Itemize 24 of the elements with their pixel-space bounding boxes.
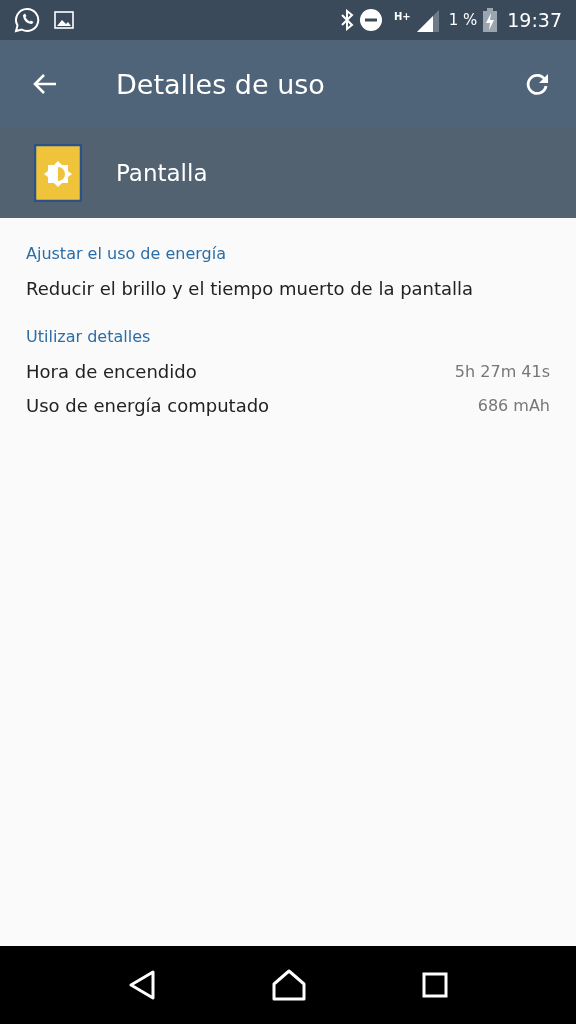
- chat-icon: [14, 7, 40, 33]
- section-heading: Ajustar el uso de energía: [26, 244, 227, 263]
- refresh-icon[interactable]: [524, 71, 550, 97]
- detail-label: Reducir el brillo y el tiempo muerto de la pantalla: [26, 277, 474, 299]
- image-icon: [54, 11, 74, 29]
- signal-icon: [416, 8, 439, 32]
- back-arrow-icon[interactable]: [32, 72, 58, 96]
- bluetooth-icon: [339, 9, 354, 31]
- detail-label: Hora de encendido: [26, 360, 197, 382]
- app-name: Pantalla: [116, 160, 208, 186]
- brightness-app-icon: [34, 144, 82, 202]
- battery-charging-icon: [483, 8, 498, 32]
- detail-value: 686 mAh: [477, 395, 550, 415]
- clock: 19:37: [507, 9, 562, 31]
- back-icon[interactable]: [128, 970, 156, 1000]
- network-type: H+: [393, 11, 411, 22]
- recent-apps-icon[interactable]: [422, 972, 448, 998]
- home-icon[interactable]: [272, 969, 306, 1001]
- battery-percent: 1 %: [448, 11, 478, 29]
- screen-title: Detalles de uso: [116, 68, 326, 100]
- do-not-disturb-icon: [359, 9, 382, 31]
- detail-label: Uso de energía computado: [26, 394, 270, 416]
- detail-value: 5h 27m 41s: [454, 361, 550, 381]
- section-heading: Utilizar detalles: [26, 327, 152, 346]
